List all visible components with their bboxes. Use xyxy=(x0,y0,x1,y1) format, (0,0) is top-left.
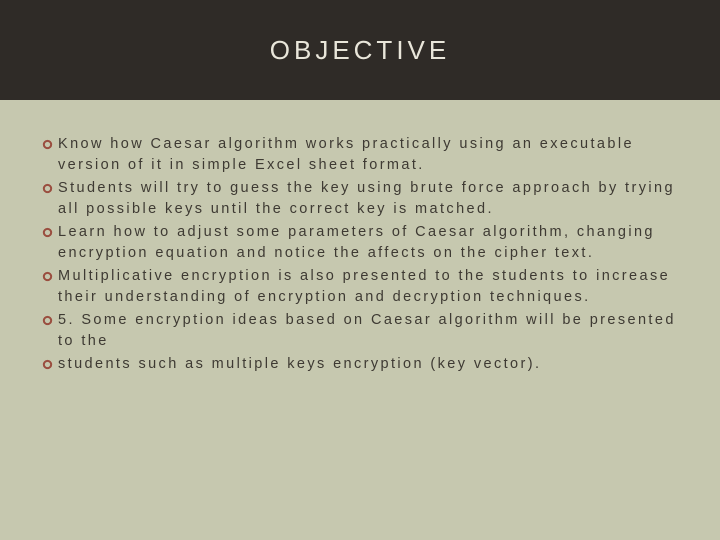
ring-bullet-icon xyxy=(40,267,54,285)
bullet-text: Know how Caesar algorithm works practica… xyxy=(58,134,686,176)
bullet-text: Students will try to guess the key using… xyxy=(58,178,686,220)
slide-body: Know how Caesar algorithm works practica… xyxy=(0,100,720,397)
bullet-text: Multiplicative encryption is also presen… xyxy=(58,266,686,308)
bullet-item: Students will try to guess the key using… xyxy=(40,178,686,220)
bullet-item: students such as multiple keys encryptio… xyxy=(40,354,686,375)
bullet-text: Learn how to adjust some parameters of C… xyxy=(58,222,686,264)
ring-bullet-icon xyxy=(40,223,54,241)
bullet-item: Know how Caesar algorithm works practica… xyxy=(40,134,686,176)
slide-header: OBJECTIVE xyxy=(0,0,720,100)
bullet-text: students such as multiple keys encryptio… xyxy=(58,354,541,375)
bullet-item: Learn how to adjust some parameters of C… xyxy=(40,222,686,264)
ring-bullet-icon xyxy=(40,179,54,197)
bullet-item: Multiplicative encryption is also presen… xyxy=(40,266,686,308)
ring-bullet-icon xyxy=(40,135,54,153)
ring-bullet-icon xyxy=(40,355,54,373)
bullet-text: 5. Some encryption ideas based on Caesar… xyxy=(58,310,686,352)
slide-title: OBJECTIVE xyxy=(270,35,450,66)
bullet-item: 5. Some encryption ideas based on Caesar… xyxy=(40,310,686,352)
ring-bullet-icon xyxy=(40,311,54,329)
